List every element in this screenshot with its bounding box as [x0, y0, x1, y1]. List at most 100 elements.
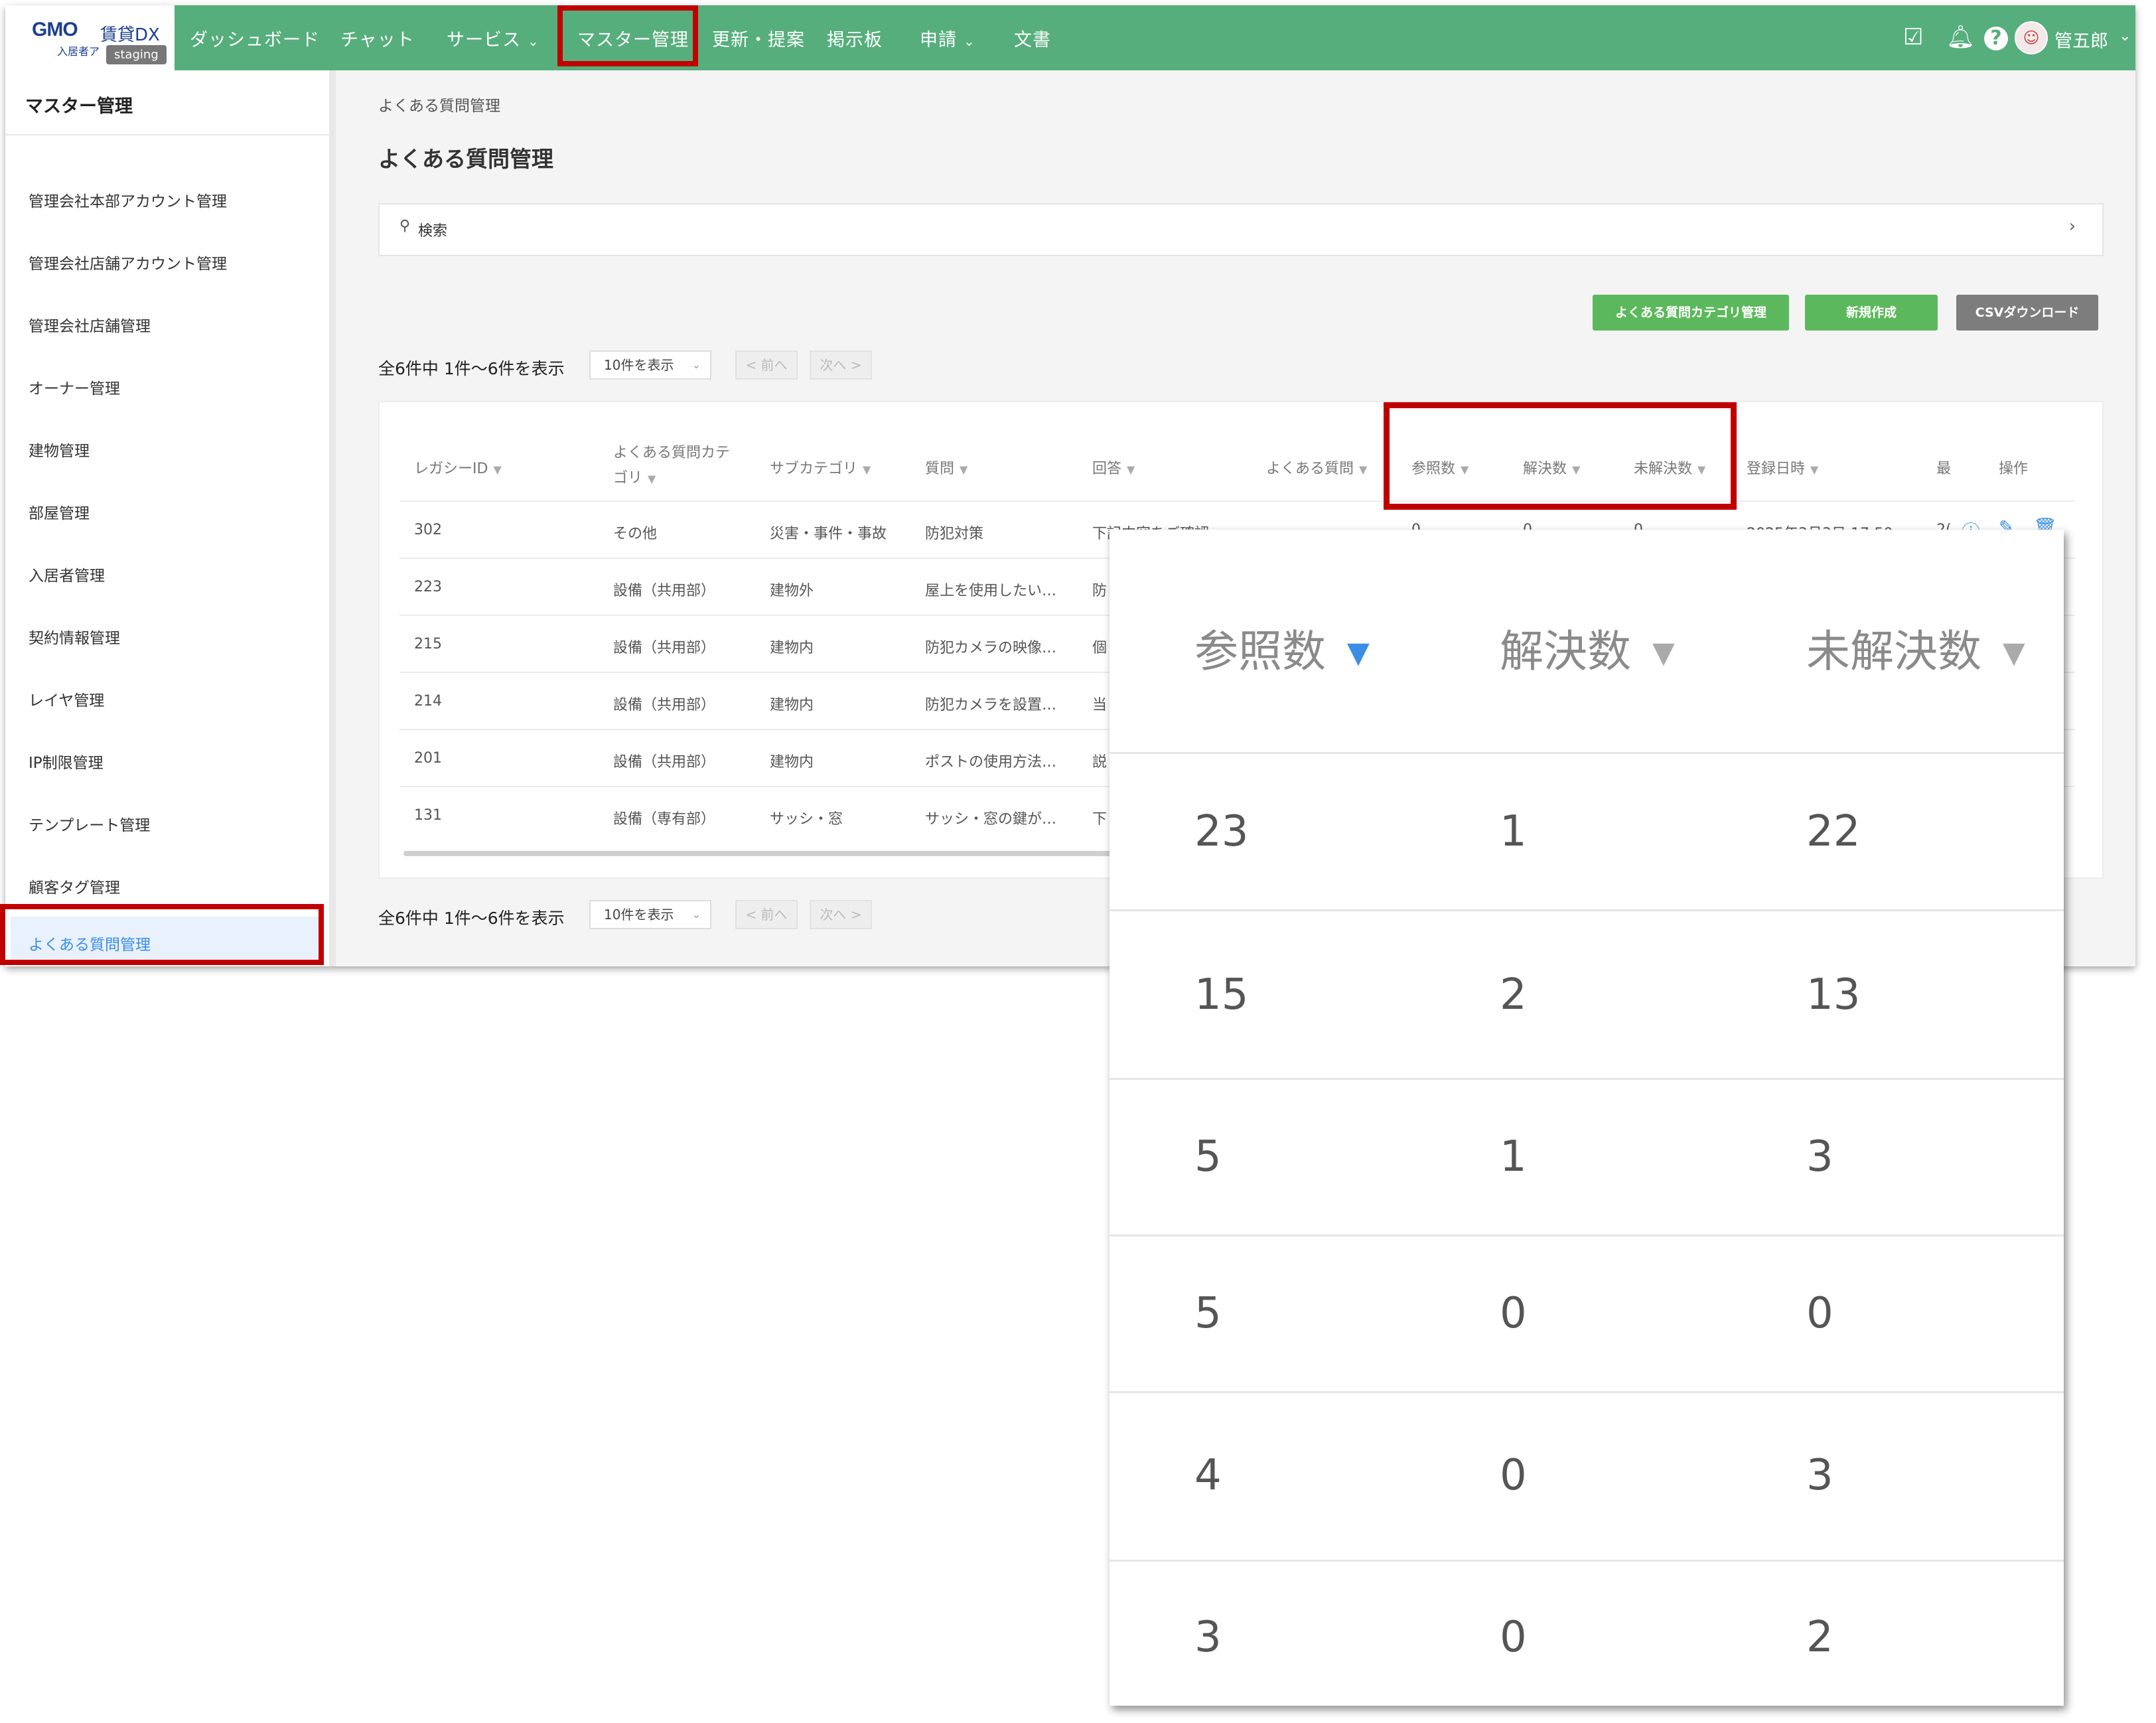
- cell-question: 屋上を使用したい…: [925, 583, 1057, 599]
- next-button-bottom[interactable]: 次へ >: [810, 900, 872, 929]
- prev-button[interactable]: < 前へ: [735, 350, 798, 380]
- zoom-unresolved: 2: [1806, 1613, 1833, 1662]
- zoom-th-unresolved: 未解決数 ▼: [1806, 616, 2025, 680]
- zoom-views: 4: [1194, 1451, 1222, 1500]
- per-page-select[interactable]: 10件を表示 ⌄: [589, 350, 711, 380]
- nav-dashboard[interactable]: ダッシュボード: [190, 25, 320, 51]
- cell-id: 215: [414, 636, 442, 652]
- cell-category: 設備（共用部）: [613, 583, 716, 599]
- zoom-divider: [1110, 1235, 2064, 1236]
- chevron-right-icon: ›: [2068, 216, 2076, 236]
- zoom-views: 3: [1194, 1613, 1222, 1662]
- zoom-divider: [1110, 909, 2064, 911]
- per-page-select-bottom[interactable]: 10件を表示 ⌄: [589, 900, 711, 929]
- th-legacy-id[interactable]: レガシーID ▼: [414, 457, 502, 478]
- cell-subcategory: 建物外: [770, 583, 814, 599]
- create-button[interactable]: 新規作成: [1805, 295, 1938, 331]
- nav-chat[interactable]: チャット: [340, 25, 415, 51]
- cell-answer: 防: [1092, 583, 1108, 599]
- cell-question: 防犯カメラの映像…: [925, 640, 1057, 656]
- sidebar-item-store[interactable]: 管理会社店舗管理: [29, 313, 151, 336]
- chevron-down-icon[interactable]: ⌄: [2119, 28, 2131, 44]
- nav-services[interactable]: サービス ⌄: [447, 25, 539, 51]
- help-icon[interactable]: ?: [1984, 27, 2008, 50]
- sidebar-item-tag[interactable]: 顧客タグ管理: [29, 875, 120, 897]
- pager-count: 全6件中 1件〜6件を表示: [378, 359, 565, 378]
- horizontal-scrollbar[interactable]: [403, 851, 1127, 856]
- th-truncated[interactable]: 最: [1936, 457, 1951, 478]
- zoom-th-label: 解決数: [1500, 626, 1631, 677]
- faq-category-button[interactable]: よくある質問カテゴリ管理: [1593, 295, 1789, 331]
- nav-board[interactable]: 掲示板: [827, 25, 883, 51]
- zoom-th-resolved: 解決数 ▼: [1500, 616, 1675, 680]
- sidebar-item-template[interactable]: テンプレート管理: [29, 812, 150, 835]
- cell-subcategory: 建物内: [770, 754, 814, 771]
- th-category-cont[interactable]: ゴリ ▼: [613, 466, 656, 487]
- nav-renewal[interactable]: 更新・提案: [712, 25, 805, 51]
- check-calendar-icon[interactable]: ☑: [1903, 24, 1923, 50]
- logo-subtitle: 入居者ア: [57, 45, 100, 58]
- top-navbar: GMO 賃貸DX 入居者ア staging ダッシュボード チャット サービス ⌄…: [5, 5, 2135, 70]
- zoom-views: 5: [1194, 1289, 1222, 1338]
- zoom-divider: [1110, 1391, 2064, 1393]
- th-faq[interactable]: よくある質問 ▼: [1266, 457, 1367, 478]
- th-label: 回答: [1092, 461, 1122, 477]
- sidebar-item-building[interactable]: 建物管理: [29, 438, 90, 461]
- user-name[interactable]: 管五郎: [2054, 27, 2108, 52]
- cell-subcategory: サッシ・窓: [770, 811, 843, 828]
- csv-download-button[interactable]: CSVダウンロード: [1956, 295, 2098, 331]
- zoom-unresolved: 0: [1806, 1289, 1833, 1338]
- zoom-resolved: 0: [1500, 1613, 1527, 1662]
- search-label: 検索: [418, 223, 448, 240]
- sidebar-item-layer[interactable]: レイヤ管理: [29, 688, 104, 710]
- th-registered[interactable]: 登録日時 ▼: [1747, 457, 1818, 478]
- th-question[interactable]: 質問 ▼: [925, 457, 968, 478]
- cell-category: 設備（共用部）: [613, 697, 716, 713]
- cell-category: 設備（共用部）: [613, 640, 716, 656]
- cell-subcategory: 災害・事件・事故: [770, 526, 887, 542]
- logo[interactable]: GMO 賃貸DX 入居者ア staging: [5, 5, 175, 70]
- zoom-resolved: 1: [1500, 807, 1527, 856]
- logo-brand: GMO: [32, 19, 78, 40]
- cell-category: 設備（共用部）: [613, 754, 716, 771]
- next-button[interactable]: 次へ >: [810, 350, 872, 380]
- zoom-panel: 参照数 ▼ 解決数 ▼ 未解決数 ▼ 23 1 22 15 2 13 5 1 3 5 …: [1110, 530, 2064, 1706]
- per-page-value: 10件を表示: [604, 907, 674, 923]
- sort-caret-icon: ▼: [960, 463, 968, 476]
- sidebar-item-hq-account[interactable]: 管理会社本部アカウント管理: [29, 188, 227, 211]
- zoom-th-label: 参照数: [1194, 626, 1326, 677]
- nav-application[interactable]: 申請 ⌄: [920, 25, 975, 51]
- zoom-unresolved: 13: [1806, 970, 1861, 1019]
- chevron-down-icon: ⌄: [964, 33, 975, 49]
- cell-question: 防犯対策: [925, 526, 984, 542]
- nav-documents[interactable]: 文書: [1014, 25, 1051, 51]
- sidebar-item-contract[interactable]: 契約情報管理: [29, 625, 120, 648]
- search-toggle[interactable]: ⚲ 検索 ›: [378, 203, 2104, 256]
- pager-count-bottom: 全6件中 1件〜6件を表示: [378, 909, 565, 928]
- prev-button-bottom[interactable]: < 前へ: [735, 900, 798, 929]
- th-category[interactable]: よくある質問カテ: [613, 441, 730, 462]
- logo-product: 賃貸DX: [100, 25, 160, 45]
- cell-id: 201: [414, 750, 442, 767]
- th-subcategory[interactable]: サブカテゴリ ▼: [770, 457, 871, 478]
- zoom-resolved: 2: [1500, 970, 1527, 1019]
- nav-label: 更新・提案: [712, 30, 805, 50]
- sidebar-item-owner[interactable]: オーナー管理: [29, 376, 120, 398]
- sidebar-item-ip[interactable]: IP制限管理: [29, 750, 104, 773]
- cell-answer: 下: [1092, 811, 1108, 828]
- cell-id: 131: [414, 807, 442, 824]
- breadcrumb[interactable]: よくある質問管理: [378, 93, 500, 115]
- zoom-divider: [1110, 1078, 2064, 1080]
- bell-icon[interactable]: 🔔︎: [1946, 24, 1975, 50]
- sidebar-item-resident[interactable]: 入居者管理: [29, 563, 105, 585]
- sidebar-item-room[interactable]: 部屋管理: [29, 500, 90, 523]
- cell-category: その他: [613, 526, 658, 542]
- zoom-resolved: 1: [1500, 1132, 1527, 1181]
- avatar[interactable]: ☺: [2015, 21, 2048, 54]
- cell-subcategory: 建物内: [770, 697, 814, 713]
- th-label: よくある質問カテ: [613, 445, 731, 461]
- cell-id: 214: [414, 693, 442, 710]
- sidebar-item-store-account[interactable]: 管理会社店舗アカウント管理: [29, 251, 227, 273]
- th-answer[interactable]: 回答 ▼: [1092, 457, 1135, 478]
- zoom-views: 15: [1194, 970, 1249, 1019]
